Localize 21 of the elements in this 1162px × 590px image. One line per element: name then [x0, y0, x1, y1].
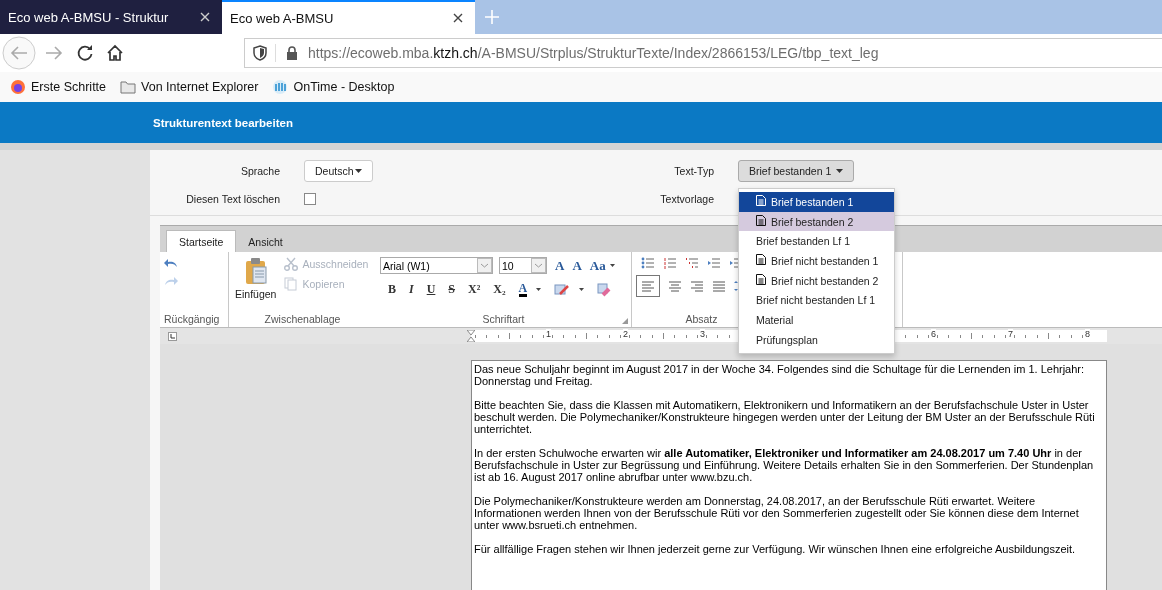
paragraph: Das neue Schuljahr beginnt im August 2017 in der Woche 34. Folgendes sind die Schultage für die Lernenden im 1. Lehrjahr: Donnerstag und Freitag.: [474, 363, 1086, 387]
paragraph: Die Polymechaniker/Konstrukteure werden am Donnerstag, 24.08.2017, an der Berufsschule Rüti erwartet. Weitere Informationen werden Ihnen von der Berufsschule Rüti vor den Sommerferien zugestellt oder Sie können diese dem Internet unter www.bsrueti.ch entnehmen.: [474, 495, 1080, 531]
ruler-number: 6: [931, 329, 936, 339]
group-label: Schriftart: [482, 313, 525, 327]
field-label: Diesen Text löschen: [185, 193, 280, 205]
group-label: Zwischenablage: [264, 313, 341, 327]
paragraph: Bitte beachten Sie, dass die Klassen mit Automatikern, Elektronikern und Informatikern an der Berufsfachschule Uster in Uster beschult werden. Die Polymechaniker/Konstrukteure hingegen werden unter der Leitung der BM Uster an der Berufsschule Rüti unterrichtet.: [474, 399, 1096, 435]
field-label: Text-Typ: [673, 165, 714, 177]
ruler-number: 8: [1085, 329, 1090, 339]
ruler-number: 7: [1008, 329, 1013, 339]
group-label: Absatz: [685, 313, 718, 327]
field-label: Sprache: [239, 165, 280, 177]
paragraph: In der ersten Schulwoche erwarten wir alle Automatiker, Elektroniker und Informatiker am 24.08.2017 um 7.40 Uhr in der Berufsfachschule in Uster zur Begrüssung und Einführung. Weitere Details erhalten Sie in den Sommerferien. Der Stundenplan ist ab 16. August 2017 online abrufbar unter www.bzu.ch.: [474, 447, 1095, 483]
ruler-number: 1: [546, 329, 551, 339]
field-label: Textvorlage: [659, 193, 714, 205]
paragraph: Für allfällige Fragen stehen wir Ihnen jederzeit gerne zur Verfügung. Wir wünschen Ihnen eine erfolgreiche Ausbildungszeit.: [474, 543, 1077, 555]
page-title: Strukturentext bearbeiten: [153, 116, 293, 129]
url-text: https://ecoweb.mba.ktzh.ch/A-BMSU/Strplus/StrukturTexte/Index/2866153/LEG/tbp_text_leg: [308, 45, 879, 61]
group-label: Rückgängig: [163, 313, 220, 327]
ruler-number: 3: [700, 329, 705, 339]
ruler-number: 2: [623, 329, 628, 339]
